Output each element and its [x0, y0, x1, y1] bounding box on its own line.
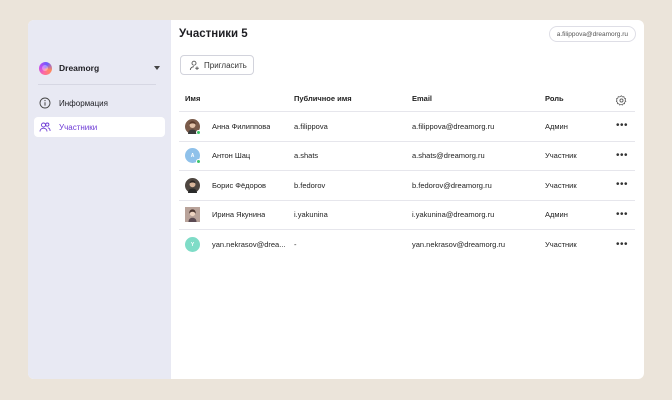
sidebar-item-label: Участники — [59, 122, 98, 132]
members-table: Имя Публичное имя Email Роль Анна Филипп… — [179, 86, 635, 260]
more-actions-button[interactable]: ••• — [615, 171, 629, 200]
role-cell: Админ — [545, 210, 568, 220]
email-cell: i.yakunina@dreamorg.ru — [412, 210, 495, 220]
org-name: Dreamorg — [59, 63, 100, 73]
more-actions-button[interactable]: ••• — [615, 142, 629, 171]
member-name-cell: Борис Фёдоров — [185, 171, 289, 200]
sidebar-divider — [38, 84, 156, 85]
public-name-cell: - — [294, 240, 297, 250]
org-switcher[interactable]: Dreamorg — [38, 58, 164, 78]
avatar — [185, 207, 200, 223]
member-name: Антон Шац — [212, 151, 251, 161]
more-actions-button[interactable]: ••• — [615, 201, 629, 230]
email-cell: a.filippova@dreamorg.ru — [412, 121, 495, 131]
table-row[interactable]: A Антон Шац a.shats a.shats@dreamorg.ru … — [179, 142, 635, 171]
public-name-cell: a.filippova — [294, 121, 328, 131]
table-row[interactable]: Ирина Якунина i.yakunina i.yakunina@drea… — [179, 201, 635, 230]
avatar-initial: Y — [190, 241, 195, 248]
more-icon: ••• — [615, 149, 628, 161]
member-name-cell: Анна Филиппова — [185, 112, 289, 141]
more-icon: ••• — [615, 120, 628, 132]
column-header-public-name: Публичное имя — [294, 94, 352, 103]
more-icon: ••• — [615, 179, 628, 191]
column-header-email: Email — [412, 94, 433, 103]
member-name-cell: A Антон Шац — [185, 142, 289, 171]
email-cell: b.fedorov@dreamorg.ru — [412, 180, 492, 190]
role-cell: Админ — [545, 121, 568, 131]
users-icon — [39, 121, 51, 133]
public-name-cell: a.shats — [294, 151, 319, 161]
member-name: yan.nekrasov@drea... — [212, 240, 286, 250]
page-title: Участники 5 — [179, 28, 248, 40]
invite-button[interactable]: Пригласить — [180, 55, 254, 75]
org-logo-icon — [39, 61, 52, 75]
member-name: Борис Фёдоров — [212, 180, 267, 190]
member-name: Анна Филиппова — [212, 121, 271, 131]
sidebar-item-members[interactable]: Участники — [34, 117, 165, 137]
gear-icon[interactable] — [615, 93, 627, 106]
avatar — [185, 177, 200, 193]
member-name-cell: Ирина Якунина — [185, 201, 289, 230]
role-cell: Участник — [545, 151, 577, 161]
sidebar-item-info[interactable]: Информация — [34, 93, 165, 113]
sidebar: Dreamorg Информация Участники — [28, 20, 171, 379]
info-icon — [39, 97, 51, 109]
sidebar-item-label: Информация — [59, 98, 108, 108]
avatar-initial: A — [190, 152, 195, 159]
invite-button-label: Пригласить — [204, 60, 247, 70]
main-content: Участники 5 a.filippova@dreamorg.ru Приг… — [171, 20, 644, 379]
more-actions-button[interactable]: ••• — [615, 230, 629, 260]
more-icon: ••• — [615, 238, 628, 250]
avatar: Y — [185, 237, 200, 253]
app-window: Dreamorg Информация Участники Участники … — [28, 20, 644, 379]
chevron-down-icon — [154, 66, 160, 70]
table-row[interactable]: Y yan.nekrasov@drea... - yan.nekrasov@dr… — [179, 230, 635, 260]
table-row[interactable]: Борис Фёдоров b.fedorov b.fedorov@dreamo… — [179, 171, 635, 201]
more-actions-button[interactable]: ••• — [615, 112, 629, 141]
avatar: A — [185, 148, 201, 165]
online-status-icon — [196, 159, 201, 165]
public-name-cell: b.fedorov — [294, 180, 326, 190]
column-header-name: Имя — [185, 94, 201, 103]
email-cell: yan.nekrasov@dreamorg.ru — [412, 240, 506, 250]
add-user-icon — [189, 60, 200, 71]
table-header: Имя Публичное имя Email Роль — [179, 86, 635, 112]
member-name: Ирина Якунина — [212, 210, 266, 220]
role-cell: Участник — [545, 240, 577, 250]
column-header-role: Роль — [545, 94, 564, 103]
avatar — [185, 118, 201, 135]
member-name-cell: Y yan.nekrasov@drea... — [185, 230, 289, 260]
role-cell: Участник — [545, 180, 577, 190]
more-icon: ••• — [615, 208, 628, 220]
account-chip[interactable]: a.filippova@dreamorg.ru — [548, 26, 636, 42]
online-status-icon — [196, 129, 201, 135]
table-row[interactable]: Анна Филиппова a.filippova a.filippova@d… — [179, 112, 635, 142]
email-cell: a.shats@dreamorg.ru — [412, 151, 485, 161]
public-name-cell: i.yakunina — [294, 210, 328, 220]
